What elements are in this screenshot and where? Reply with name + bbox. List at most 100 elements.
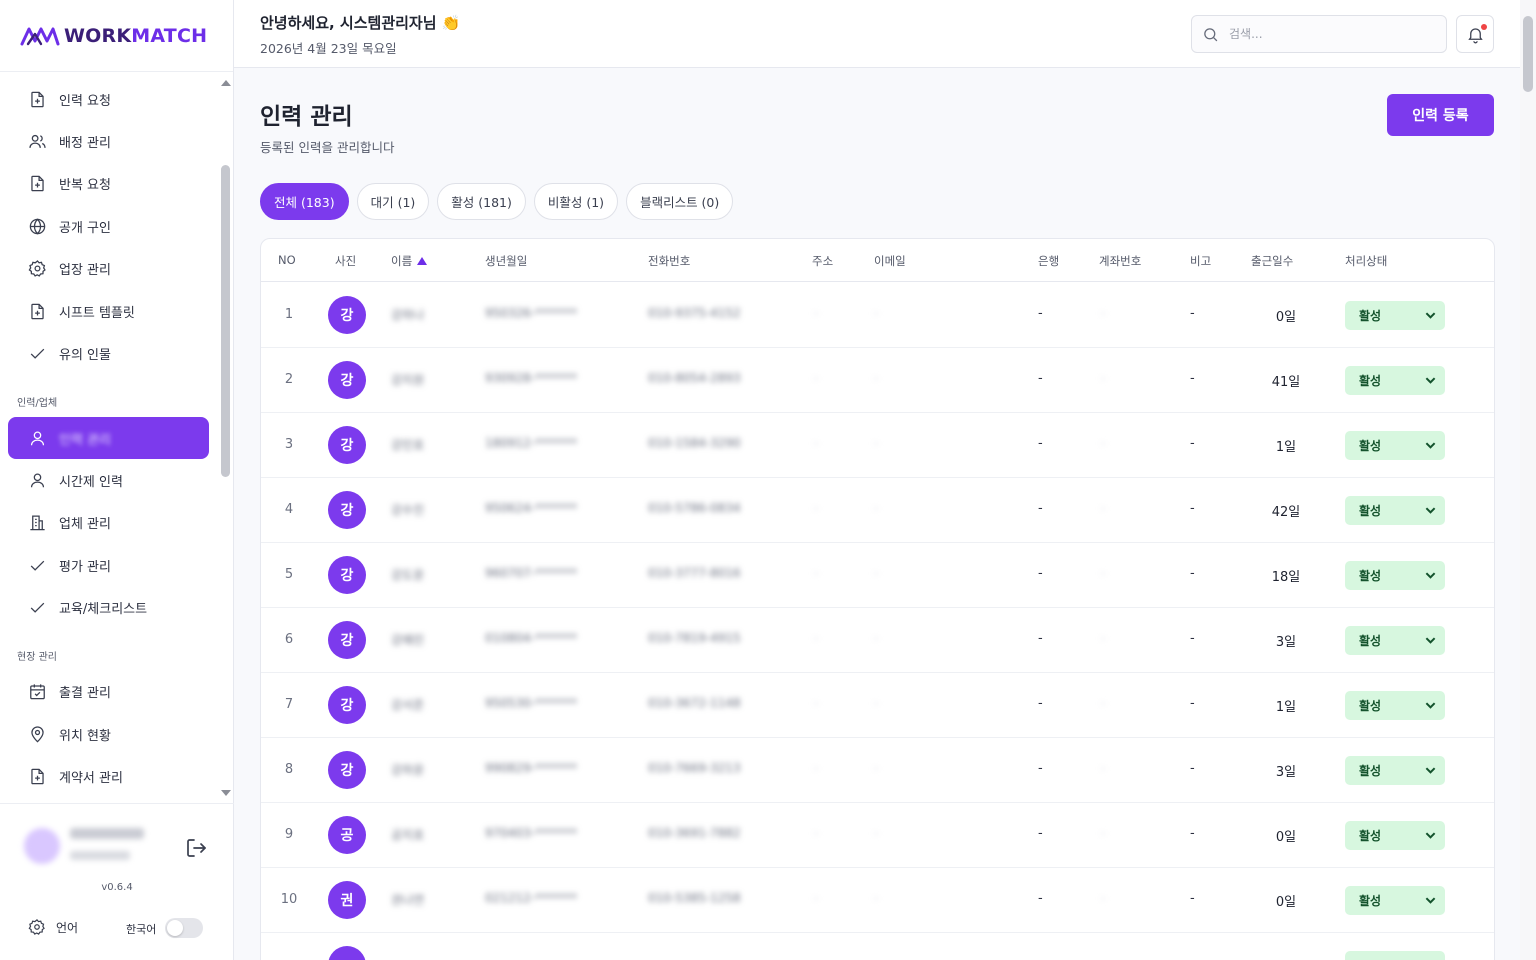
col-birth[interactable]: 생년월일	[485, 253, 527, 269]
sidebar-item-attendance[interactable]: 출결 관리	[8, 670, 209, 712]
sidebar-item-staff-request[interactable]: 인력 요청	[8, 78, 209, 120]
page-scrollbar[interactable]	[1520, 0, 1536, 960]
sidebar-item-workplace[interactable]: 업장 관리	[8, 247, 209, 289]
sidebar-item-staff-management[interactable]: 인력 관리	[8, 417, 209, 459]
status-select[interactable]: 활성	[1345, 301, 1445, 330]
file-plus-icon	[31, 175, 44, 191]
search-box[interactable]	[1191, 15, 1447, 53]
status-select[interactable]: 활성	[1345, 366, 1445, 395]
table-row[interactable]: 9 공 공지호 970403-******* 010-3691-7882 - - - - - 0일 활…	[261, 803, 1494, 868]
tab-all[interactable]: 전체 (183)	[260, 183, 349, 220]
status-select[interactable]: 활성	[1345, 821, 1445, 850]
avatar[interactable]: 강	[328, 426, 366, 464]
table-row[interactable]	[261, 933, 1494, 960]
user-icon	[30, 473, 45, 487]
col-phone[interactable]: 전화번호	[648, 253, 690, 269]
scroll-down-icon[interactable]	[221, 790, 231, 796]
col-photo[interactable]: 사진	[335, 253, 356, 269]
staff-name[interactable]: 강하윤	[391, 761, 424, 778]
note: -	[1190, 631, 1195, 646]
table-row[interactable]: 2 강 강지원 930928-******* 010-8054-2893 - - - - - 41일…	[261, 348, 1494, 413]
avatar[interactable]	[24, 828, 60, 864]
staff-name[interactable]: 강도윤	[391, 566, 424, 583]
col-note[interactable]: 비고	[1190, 253, 1211, 269]
col-workdays[interactable]: 출근일수	[1251, 253, 1293, 269]
table-row[interactable]: 5 강 강도윤 960707-******* 010-3777-8016 - - - - - 18일…	[261, 543, 1494, 608]
status-select[interactable]: 활성	[1345, 561, 1445, 590]
status-select[interactable]: 활성	[1345, 886, 1445, 915]
notification-button[interactable]	[1456, 15, 1494, 53]
status-select[interactable]	[1345, 951, 1445, 960]
table-row[interactable]: 7 강 강서준 950530-******* 010-3672-1148 - - - - - 1일 활…	[261, 673, 1494, 738]
sidebar-scroll-thumb[interactable]	[221, 165, 230, 477]
table-row[interactable]: 10 권 권나연 021212-******* 010-5385-1258 - - - - - 0일…	[261, 868, 1494, 933]
search-input[interactable]	[1229, 27, 1429, 41]
status-value: 활성	[1359, 829, 1382, 843]
staff-name[interactable]: 강지원	[391, 371, 424, 388]
sidebar-item-location[interactable]: 위치 현황	[8, 713, 209, 755]
check-icon	[30, 602, 45, 613]
chevron-down-icon	[1425, 702, 1436, 709]
avatar[interactable]: 강	[328, 621, 366, 659]
table-row[interactable]: 3 강 강민호 180912-******* 010-1584-3290 - - - - - 1일 활…	[261, 413, 1494, 478]
avatar[interactable]: 공	[328, 816, 366, 854]
sidebar-item-evaluation[interactable]: 평가 관리	[8, 544, 209, 586]
staff-name[interactable]: 강예린	[391, 631, 424, 648]
table-row[interactable]: 8 강 강하윤 990829-******* 010-7669-3213 - - - - - 3일 활…	[261, 738, 1494, 803]
col-bank[interactable]: 은행	[1038, 253, 1059, 269]
scroll-up-icon[interactable]	[221, 80, 231, 86]
avatar[interactable]: 강	[328, 751, 366, 789]
page-scroll-thumb[interactable]	[1523, 16, 1533, 92]
staff-name[interactable]: 강하나	[391, 306, 424, 323]
language-setting[interactable]: 언어	[28, 918, 78, 936]
staff-name[interactable]: 권나연	[391, 891, 424, 908]
col-status[interactable]: 처리상태	[1345, 253, 1387, 269]
table-row[interactable]: 6 강 강예린 010804-******* 010-7819-4915 - - - - - 3일 활…	[261, 608, 1494, 673]
col-name[interactable]: 이름	[391, 253, 428, 269]
avatar[interactable]: 강	[328, 556, 366, 594]
staff-name[interactable]: 강민호	[391, 436, 424, 453]
account-redacted: -	[1101, 761, 1106, 775]
tab-waiting[interactable]: 대기 (1)	[356, 183, 430, 220]
sidebar-item-recurring-request[interactable]: 반복 요청	[8, 162, 209, 204]
col-address[interactable]: 주소	[812, 253, 833, 269]
table-row[interactable]: 1 강 강하나 950326-******* 010-9375-4152 - - - - - 0일 활…	[261, 283, 1494, 348]
avatar[interactable]: 강	[328, 361, 366, 399]
phone-number: 010-8054-2893	[648, 371, 741, 385]
staff-name[interactable]: 강수진	[391, 501, 424, 518]
sidebar-item-assignment[interactable]: 배정 관리	[8, 120, 209, 162]
add-staff-button[interactable]: 인력 등록	[1387, 94, 1494, 136]
avatar[interactable]	[328, 946, 366, 960]
avatar[interactable]: 강	[328, 491, 366, 529]
phone-number: 010-3777-8016	[648, 566, 741, 580]
sidebar-item-company[interactable]: 업체 관리	[8, 501, 209, 543]
address-redacted: -	[814, 501, 819, 515]
sidebar-item-public-job[interactable]: 공개 구인	[8, 205, 209, 247]
sidebar-item-watchlist[interactable]: 유의 인물	[8, 332, 209, 374]
avatar[interactable]: 강	[328, 686, 366, 724]
col-account[interactable]: 계좌번호	[1099, 253, 1141, 269]
language-toggle[interactable]	[165, 918, 203, 938]
sidebar-item-parttime[interactable]: 시간제 인력	[8, 459, 209, 501]
staff-name[interactable]: 공지호	[391, 826, 424, 843]
status-select[interactable]: 활성	[1345, 496, 1445, 525]
col-no[interactable]: NO	[278, 253, 296, 267]
staff-name[interactable]: 강서준	[391, 696, 424, 713]
tab-blacklist[interactable]: 블랙리스트 (0)	[626, 183, 734, 220]
avatar[interactable]: 강	[328, 296, 366, 334]
sidebar-item-training[interactable]: 교육/체크리스트	[8, 586, 209, 628]
status-select[interactable]: 활성	[1345, 756, 1445, 785]
status-select[interactable]: 활성	[1345, 691, 1445, 720]
status-select[interactable]: 활성	[1345, 626, 1445, 655]
status-select[interactable]: 활성	[1345, 431, 1445, 460]
logout-icon[interactable]	[184, 836, 208, 860]
sidebar-item-contract[interactable]: 계약서 관리	[8, 755, 209, 797]
bank-name: -	[1038, 436, 1043, 451]
avatar[interactable]: 권	[328, 881, 366, 919]
tab-active[interactable]: 활성 (181)	[437, 183, 526, 220]
sidebar-item-shift-template[interactable]: 시프트 템플릿	[8, 290, 209, 332]
brand-logo[interactable]: WORKMATCH	[0, 0, 233, 72]
col-email[interactable]: 이메일	[874, 253, 906, 269]
tab-inactive[interactable]: 비활성 (1)	[533, 183, 619, 220]
table-row[interactable]: 4 강 강수진 950624-******* 010-5786-0834 - - - - - 42일…	[261, 478, 1494, 543]
